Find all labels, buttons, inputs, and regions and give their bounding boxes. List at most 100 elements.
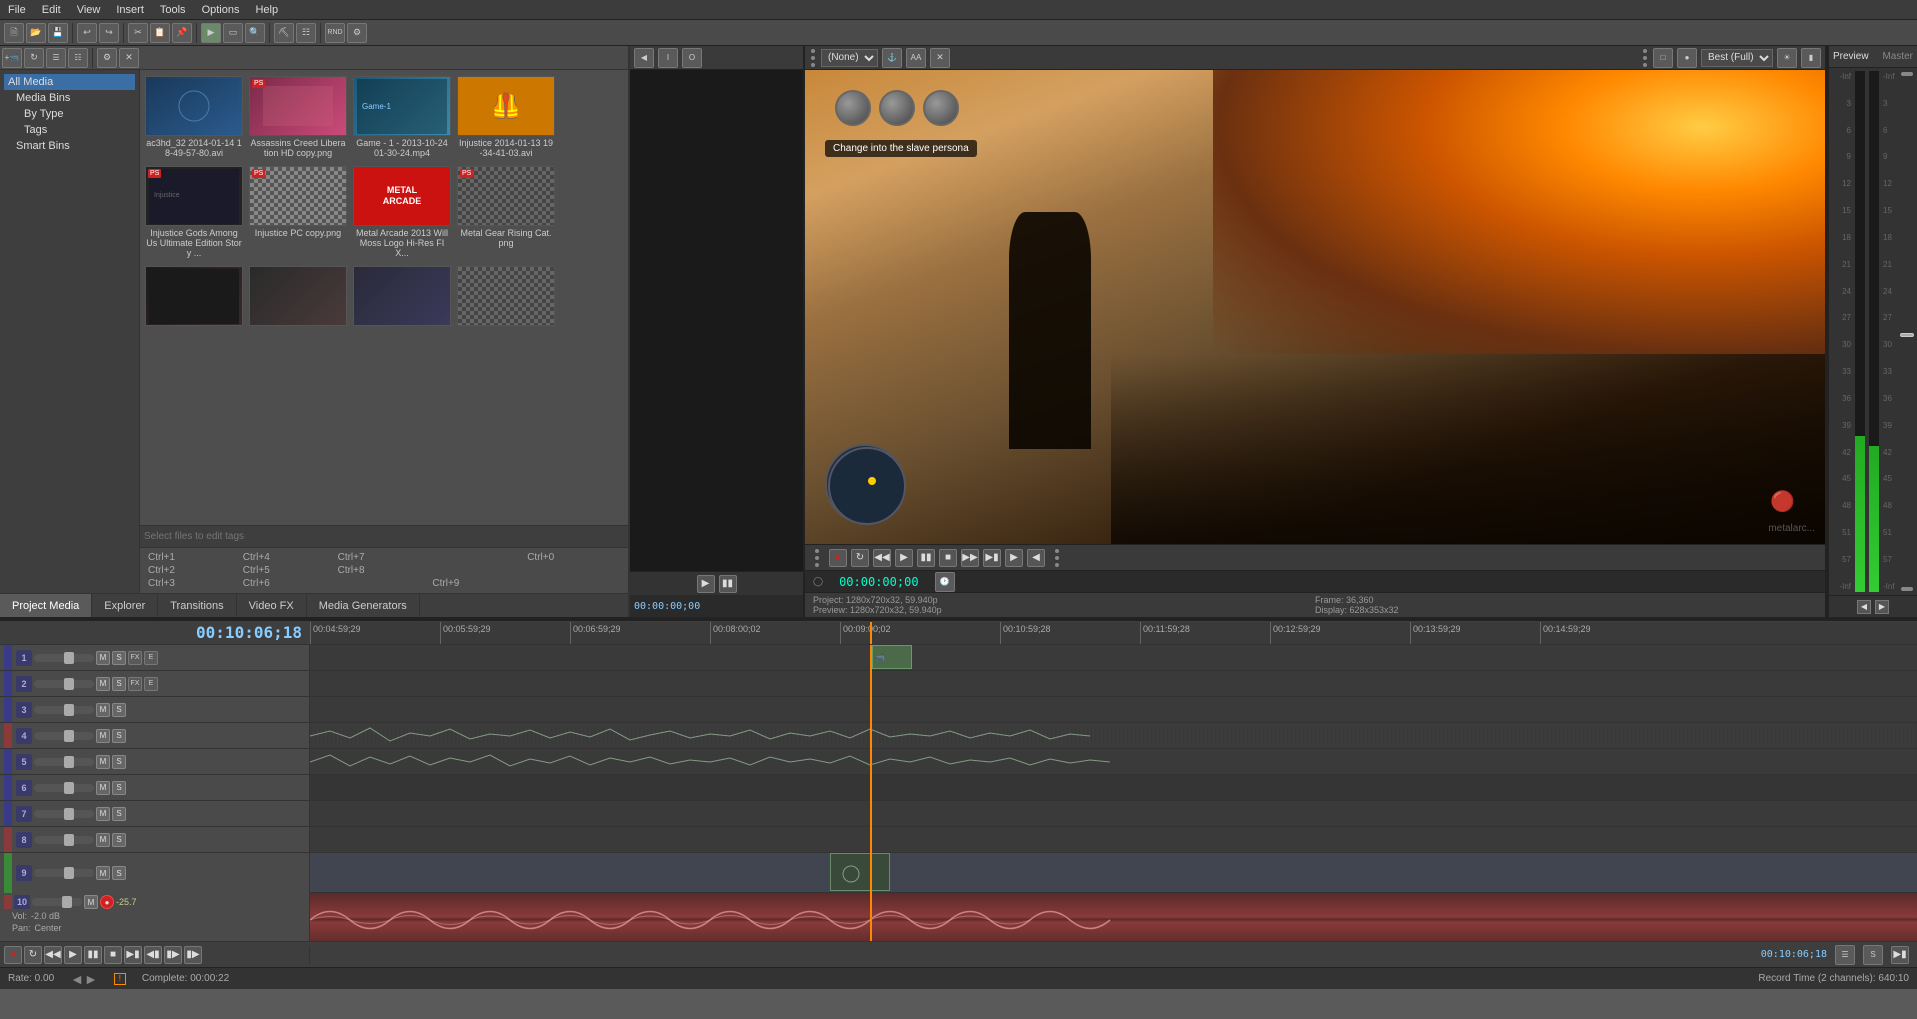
copy-button[interactable]: 📋: [150, 23, 170, 43]
track-solo-6[interactable]: S: [112, 781, 126, 795]
trim-prev-btn[interactable]: ◀: [634, 48, 654, 68]
track-5-content[interactable]: [310, 749, 1917, 775]
redo-button[interactable]: ↪: [99, 23, 119, 43]
trim-play-btn[interactable]: ▶: [697, 575, 715, 593]
preview-quality-select[interactable]: Best (Full): [1701, 49, 1773, 67]
track-6-content[interactable]: 📹: [310, 775, 1917, 801]
media-item[interactable]: ac3hd_32 2014-01-14 18-49-57-80.avi: [144, 74, 244, 160]
menu-help[interactable]: Help: [247, 2, 286, 18]
media-item[interactable]: [248, 264, 348, 330]
timeline-end-btn[interactable]: ▮▶: [184, 946, 202, 964]
tab-video-fx[interactable]: Video FX: [237, 594, 307, 617]
timeline-next-btn[interactable]: ▶▮: [124, 946, 142, 964]
prev-next-frame-btn[interactable]: ▶: [1005, 549, 1023, 567]
menu-edit[interactable]: Edit: [34, 2, 69, 18]
timeline-timecode-format-btn[interactable]: ☰: [1835, 945, 1855, 965]
preview-rec-btn[interactable]: ●: [1677, 48, 1697, 68]
timeline-next-mark-btn[interactable]: ▮▶: [164, 946, 182, 964]
track-9-clip[interactable]: [830, 853, 890, 891]
open-button[interactable]: 📂: [26, 23, 46, 43]
media-item[interactable]: PS Assassins Creed Liberation HD copy.pn…: [248, 74, 348, 160]
menu-options[interactable]: Options: [194, 2, 248, 18]
menu-insert[interactable]: Insert: [108, 2, 152, 18]
master-fader-bottom[interactable]: [1901, 587, 1913, 591]
track-fader-3[interactable]: [34, 706, 94, 714]
media-item[interactable]: METALARCADE Metal Arcade 2013 Will Moss …: [352, 164, 452, 260]
preview-split-btn[interactable]: ▮: [1801, 48, 1821, 68]
master-fader-handle[interactable]: [1900, 333, 1914, 337]
media-item[interactable]: PS Injustice PC copy.png: [248, 164, 348, 260]
track-env-btn-1[interactable]: E: [144, 651, 158, 665]
preview-close-x-btn[interactable]: ✕: [930, 48, 950, 68]
media-refresh-btn[interactable]: ↻: [24, 48, 44, 68]
track-solo-7[interactable]: S: [112, 807, 126, 821]
zoom-tool[interactable]: 🔍: [245, 23, 265, 43]
tab-project-media[interactable]: Project Media: [0, 594, 92, 617]
tab-transitions[interactable]: Transitions: [158, 594, 236, 617]
track-mute-3[interactable]: M: [96, 703, 110, 717]
bin-tags[interactable]: Tags: [4, 122, 135, 138]
track-6-clip[interactable]: 📹: [872, 645, 912, 669]
media-item[interactable]: 🦺 Injustice 2014-01-13 19-34-41-03.avi: [456, 74, 556, 160]
preview-fullscreen-btn[interactable]: ☀: [1777, 48, 1797, 68]
bin-all-media[interactable]: All Media: [4, 74, 135, 90]
timeline-scroll-end-btn[interactable]: ▶▮: [1891, 946, 1909, 964]
preview-expand-btn[interactable]: □: [1653, 48, 1673, 68]
prev-pause-btn[interactable]: ▮▮: [917, 549, 935, 567]
track-rec-10[interactable]: ●: [100, 895, 114, 909]
timeline-pause-btn[interactable]: ▮▮: [84, 946, 102, 964]
track-env-btn-2[interactable]: E: [144, 677, 158, 691]
timeline-play-btn[interactable]: ▶: [64, 946, 82, 964]
cursor-tool[interactable]: ▶: [201, 23, 221, 43]
menu-tools[interactable]: Tools: [152, 2, 194, 18]
timeline-rewind-btn[interactable]: ◀◀: [44, 946, 62, 964]
track-9-content[interactable]: [310, 853, 1917, 893]
new-button[interactable]: 🗎: [4, 23, 24, 43]
track-mute-10[interactable]: M: [84, 895, 98, 909]
snap-btn[interactable]: ⛏: [274, 23, 294, 43]
media-item[interactable]: [456, 264, 556, 330]
track-4-content[interactable]: [310, 723, 1917, 749]
track-mute-5[interactable]: M: [96, 755, 110, 769]
undo-button[interactable]: ↩: [77, 23, 97, 43]
track-mute-7[interactable]: M: [96, 807, 110, 821]
track-fx-btn-2[interactable]: FX: [128, 677, 142, 691]
properties-btn[interactable]: ⚙: [347, 23, 367, 43]
media-item[interactable]: PS Injustice Injustice Gods Among Us Ult…: [144, 164, 244, 260]
preview-sync-btn[interactable]: ⚓: [882, 48, 902, 68]
tags-field[interactable]: [140, 526, 628, 547]
bin-media-bins[interactable]: Media Bins: [4, 90, 135, 106]
media-item[interactable]: [144, 264, 244, 330]
track-fader-1[interactable]: [34, 654, 94, 662]
timeline-rec-btn[interactable]: ●: [4, 946, 22, 964]
track-7-content[interactable]: [310, 801, 1917, 827]
track-fader-5[interactable]: [34, 758, 94, 766]
prev-stop-btn[interactable]: ■: [939, 549, 957, 567]
track-fader-8[interactable]: [34, 836, 94, 844]
track-fader-4[interactable]: [34, 732, 94, 740]
meter-scroll-right[interactable]: ▶: [1875, 600, 1889, 614]
bin-by-type[interactable]: By Type: [4, 106, 135, 122]
track-solo-5[interactable]: S: [112, 755, 126, 769]
timeline-snap-to-btn[interactable]: S: [1863, 945, 1883, 965]
track-mute-9[interactable]: M: [96, 866, 110, 880]
tab-explorer[interactable]: Explorer: [92, 594, 158, 617]
trim-in-btn[interactable]: I: [658, 48, 678, 68]
import-btn[interactable]: +📹: [2, 48, 22, 68]
track-fader-10[interactable]: [32, 898, 82, 906]
trim-out-btn[interactable]: O: [682, 48, 702, 68]
paste-button[interactable]: 📌: [172, 23, 192, 43]
prev-rec-btn[interactable]: ●: [829, 549, 847, 567]
track-solo-9[interactable]: S: [112, 866, 126, 880]
track-solo-1[interactable]: S: [112, 651, 126, 665]
preview-timecode-btn[interactable]: 🕑: [935, 572, 955, 592]
track-10-content[interactable]: [310, 893, 1917, 941]
tab-media-generators[interactable]: Media Generators: [307, 594, 420, 617]
timeline-prev-mark-btn[interactable]: ◀▮: [144, 946, 162, 964]
render-btn[interactable]: RND: [325, 23, 345, 43]
track-solo-8[interactable]: S: [112, 833, 126, 847]
cut-button[interactable]: ✂: [128, 23, 148, 43]
track-fx-btn-1[interactable]: FX: [128, 651, 142, 665]
media-view-thumb[interactable]: ☷: [68, 48, 88, 68]
prev-skip-end-btn[interactable]: ▶▮: [983, 549, 1001, 567]
